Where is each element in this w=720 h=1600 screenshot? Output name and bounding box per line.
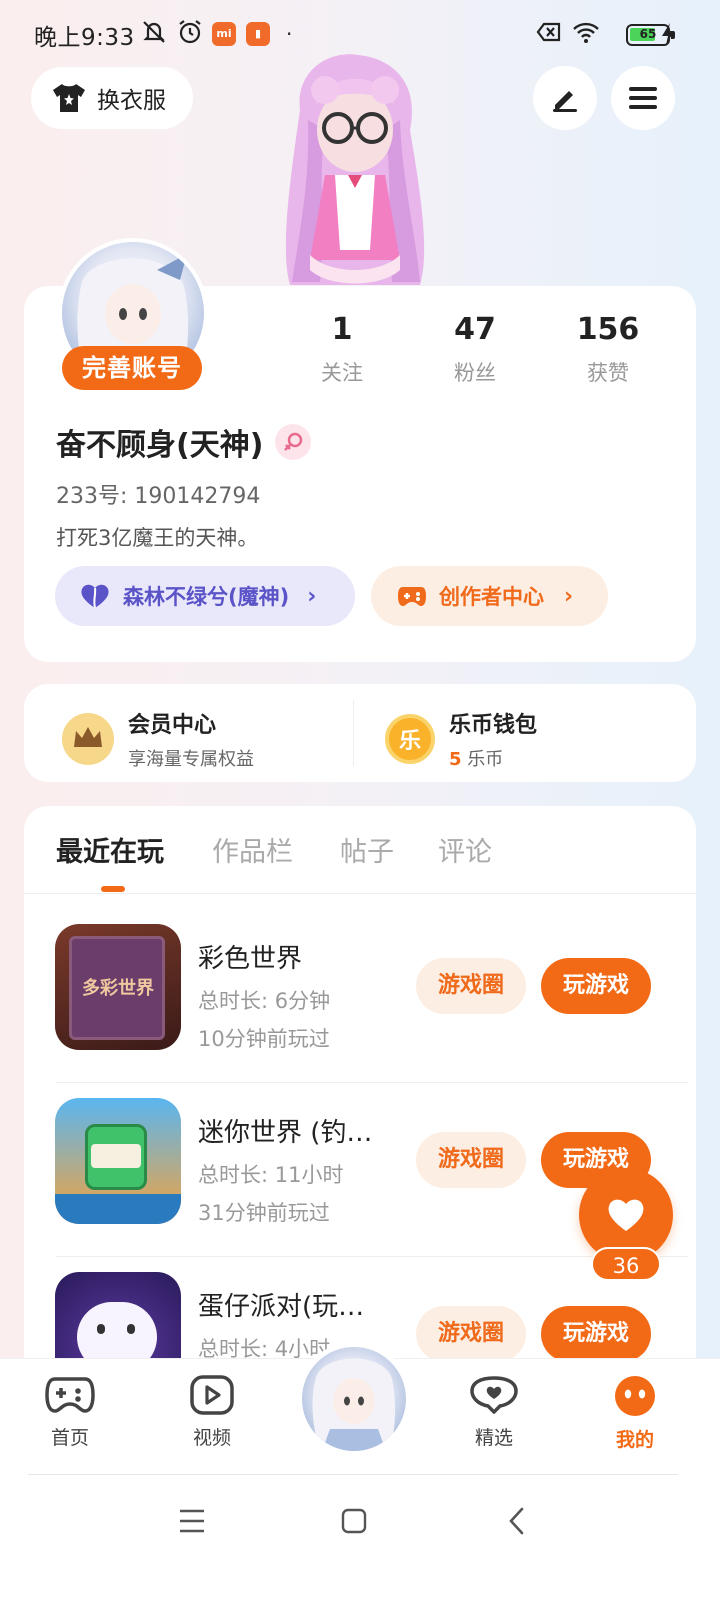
- tab-comments[interactable]: 评论: [438, 830, 492, 869]
- game-name: 蛋仔派对(玩…: [198, 1292, 365, 1322]
- female-icon: [275, 424, 312, 460]
- charging-icon: [662, 23, 674, 45]
- list-item[interactable]: 多彩世界 彩色世界 总时长: 6分钟 10分钟前玩过 游戏圈 玩游戏: [24, 908, 696, 1083]
- crown-icon: [62, 713, 114, 765]
- member-center-sub: 享海量专属权益: [128, 749, 254, 770]
- game-duration: 总时长: 11小时: [198, 1163, 344, 1187]
- coin-icon: 乐: [385, 714, 435, 764]
- wallet-title: 乐币钱包: [449, 713, 538, 738]
- heart-bubble-icon: [470, 1376, 518, 1414]
- stat-following-value: 1: [331, 312, 353, 347]
- hamburger-icon: [629, 87, 657, 109]
- video-play-icon: [190, 1375, 234, 1415]
- avatar: [312, 1358, 396, 1451]
- home-square-icon[interactable]: [340, 1507, 368, 1535]
- heart-icon: [608, 1199, 644, 1231]
- tab-recent[interactable]: 最近在玩: [56, 830, 164, 869]
- partner-chip[interactable]: 森林不绿兮(魔神) ›: [55, 566, 355, 626]
- user-bio: 打死3亿魔王的天神。: [56, 526, 259, 550]
- tab-divider: [24, 893, 696, 894]
- edit-button[interactable]: [533, 66, 597, 130]
- nav-mine[interactable]: 我的: [595, 1375, 675, 1452]
- tab-indicator: [101, 886, 125, 892]
- change-outfit-button[interactable]: 换衣服: [31, 67, 193, 129]
- status-time: 晚上9:33: [34, 25, 135, 51]
- stat-fans[interactable]: 47 粉丝: [415, 312, 535, 387]
- creator-center-chip[interactable]: 创作者中心 ›: [371, 566, 608, 626]
- app-notification-icon: ▮: [246, 22, 270, 46]
- mute-bell-icon: [143, 21, 165, 43]
- complete-account-button[interactable]: 完善账号: [62, 346, 202, 390]
- more-dot-icon: ·: [286, 22, 293, 46]
- stat-likes-value: 156: [576, 312, 640, 347]
- vip-divider: [353, 700, 354, 766]
- game-circle-button[interactable]: 游戏圈: [416, 1306, 526, 1362]
- nav-featured-label: 精选: [474, 1427, 513, 1449]
- stat-fans-label: 粉丝: [454, 361, 496, 385]
- chevron-right-icon: ›: [564, 583, 574, 609]
- username-row: 奋不顾身(天神): [56, 420, 312, 464]
- play-game-button[interactable]: 玩游戏: [541, 1306, 651, 1362]
- tab-works[interactable]: 作品栏: [212, 830, 293, 869]
- wallet-unit: 乐币: [467, 749, 504, 770]
- gamepad-icon: [45, 1377, 95, 1413]
- stat-likes-label: 获赞: [587, 361, 629, 385]
- system-nav-bar: [0, 1476, 720, 1600]
- game-last-played: 31分钟前玩过: [198, 1201, 330, 1225]
- wifi-icon: [573, 22, 599, 43]
- nav-mine-label: 我的: [615, 1429, 654, 1451]
- nav-video[interactable]: 视频: [172, 1375, 252, 1450]
- pen-icon: [553, 91, 577, 112]
- member-center-title: 会员中心: [128, 713, 217, 738]
- game-icon-colorworld[interactable]: 多彩世界: [55, 924, 181, 1050]
- game-name: 彩色世界: [198, 944, 303, 974]
- nav-home-label: 首页: [50, 1427, 89, 1449]
- game-circle-button[interactable]: 游戏圈: [416, 1132, 526, 1188]
- heart-icon: [81, 584, 109, 609]
- tshirt-icon: [53, 84, 85, 112]
- tab-posts[interactable]: 帖子: [340, 830, 394, 869]
- face-icon: [615, 1376, 655, 1416]
- play-game-button[interactable]: 玩游戏: [541, 958, 651, 1014]
- stat-following-label: 关注: [321, 361, 363, 385]
- nav-divider: [28, 1474, 678, 1475]
- recent-apps-icon[interactable]: [178, 1508, 206, 1534]
- avatar-3d-character[interactable]: [270, 50, 440, 290]
- game-icon-miniworld[interactable]: [55, 1098, 181, 1224]
- wallet-amount: 5: [449, 749, 462, 770]
- menu-button[interactable]: [611, 66, 675, 130]
- gamepad-plus-icon: [398, 587, 426, 606]
- nav-avatar-button[interactable]: [297, 1342, 411, 1456]
- game-circle-button[interactable]: 游戏圈: [416, 958, 526, 1014]
- partner-chip-label: 森林不绿兮(魔神): [123, 585, 290, 609]
- back-icon[interactable]: [506, 1506, 528, 1536]
- stat-likes[interactable]: 156 获赞: [548, 312, 668, 387]
- username: 奋不顾身(天神): [56, 428, 264, 463]
- game-duration: 总时长: 6分钟: [198, 989, 331, 1013]
- user-id: 233号: 190142794: [56, 484, 261, 509]
- game-last-played: 10分钟前玩过: [198, 1027, 330, 1051]
- chevron-right-icon: ›: [307, 583, 317, 609]
- nav-video-label: 视频: [192, 1427, 231, 1449]
- like-count: 36: [591, 1247, 661, 1281]
- alarm-icon: [179, 20, 201, 44]
- stat-following[interactable]: 1 关注: [282, 312, 402, 387]
- member-center[interactable]: 会员中心 享海量专属权益: [62, 707, 254, 771]
- wallet[interactable]: 乐 乐币钱包 5 乐币: [385, 707, 537, 771]
- nav-home[interactable]: 首页: [30, 1375, 110, 1450]
- game-name: 迷你世界 (钓…: [198, 1118, 373, 1148]
- stat-fans-value: 47: [454, 312, 496, 347]
- sim-off-icon: [536, 22, 561, 42]
- creator-center-label: 创作者中心: [439, 585, 544, 609]
- mi-app-icon: mi: [212, 22, 236, 46]
- nav-featured[interactable]: 精选: [454, 1375, 534, 1450]
- change-outfit-label: 换衣服: [97, 88, 166, 114]
